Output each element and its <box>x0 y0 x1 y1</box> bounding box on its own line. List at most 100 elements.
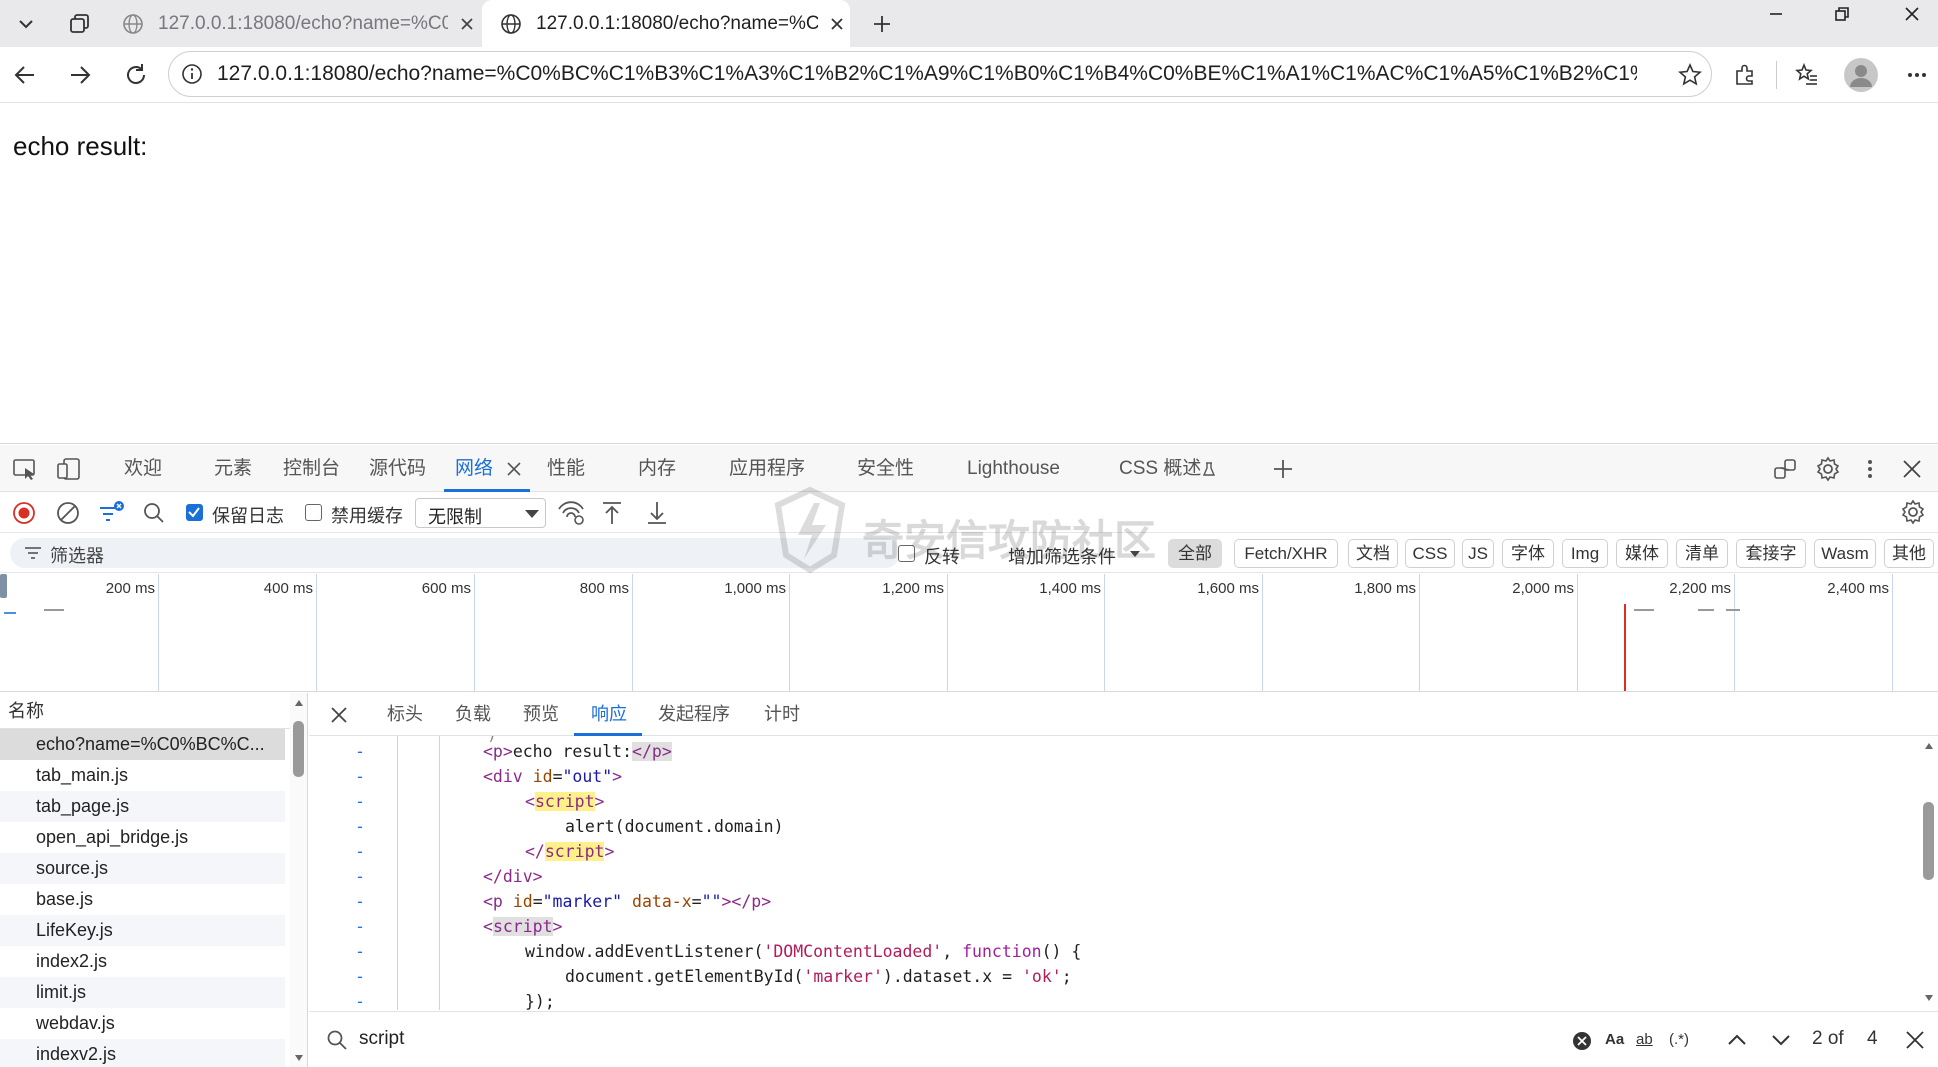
request-row[interactable]: indexv2.js <box>0 1039 285 1067</box>
tab-response[interactable]: 响应 <box>591 693 627 736</box>
filter-chip-doc[interactable]: 文档 <box>1348 539 1398 568</box>
minimize-icon[interactable] <box>1756 0 1796 28</box>
import-har-icon[interactable] <box>600 500 624 526</box>
request-row[interactable]: source.js <box>0 853 285 884</box>
request-row[interactable]: LifeKey.js <box>0 915 285 946</box>
whole-word-toggle[interactable]: ab <box>1636 1031 1653 1048</box>
name-column-header[interactable]: 名称 <box>0 693 290 729</box>
workspaces-icon[interactable] <box>64 8 96 40</box>
scroll-down-arrow-icon[interactable] <box>1924 994 1934 1002</box>
tab-memory[interactable]: 内存 <box>638 445 676 492</box>
clear-icon[interactable] <box>56 501 80 525</box>
scroll-down-arrow-icon[interactable] <box>294 1054 304 1062</box>
forward-arrow-icon[interactable] <box>63 58 97 92</box>
tab-initiator[interactable]: 发起程序 <box>658 693 730 736</box>
scroll-up-arrow-icon[interactable] <box>1924 742 1934 750</box>
extensions-icon[interactable] <box>1728 58 1762 92</box>
export-har-icon[interactable] <box>645 500 669 526</box>
filter-chip-css[interactable]: CSS <box>1405 539 1455 568</box>
tab-preview[interactable]: 预览 <box>523 693 559 736</box>
request-row[interactable]: open_api_bridge.js <box>0 822 285 853</box>
filter-chip-all[interactable]: 全部 <box>1168 539 1222 568</box>
close-network-tab-icon[interactable] <box>506 461 522 477</box>
favorite-star-icon[interactable] <box>1677 62 1703 88</box>
refresh-icon[interactable] <box>119 58 153 92</box>
more-menu-icon[interactable] <box>1860 456 1880 482</box>
timeline-left-handle[interactable] <box>0 574 7 598</box>
next-match-chevron-down-icon[interactable] <box>1769 1029 1793 1051</box>
device-emulation-icon[interactable] <box>56 457 82 481</box>
filter-toggle-icon[interactable] <box>98 500 126 526</box>
request-row[interactable]: limit.js <box>0 977 285 1008</box>
address-bar[interactable]: 127.0.0.1:18080/echo?name=%C0%BC%C1%B3%C… <box>168 51 1712 97</box>
disable-cache-checkbox[interactable] <box>305 504 322 521</box>
tab-security[interactable]: 安全性 <box>857 445 914 492</box>
filter-chip-wasm[interactable]: Wasm <box>1814 539 1876 568</box>
connection-icon[interactable] <box>1772 456 1798 482</box>
tab-sources[interactable]: 源代码 <box>369 445 426 492</box>
filter-input-box[interactable]: 筛选器 <box>10 538 900 568</box>
scrollbar-thumb[interactable] <box>293 721 304 777</box>
tab-elements[interactable]: 元素 <box>214 445 252 492</box>
scrollbar-thumb[interactable] <box>1923 802 1934 880</box>
back-arrow-icon[interactable] <box>8 58 42 92</box>
request-row[interactable]: webdav.js <box>0 1008 285 1039</box>
request-row[interactable]: index2.js <box>0 946 285 977</box>
request-row[interactable]: base.js <box>0 884 285 915</box>
network-timeline-overview[interactable]: 200 ms 400 ms 600 ms 800 ms 1,000 ms 1,2… <box>0 574 1938 692</box>
record-icon[interactable] <box>12 501 36 525</box>
invert-checkbox[interactable] <box>898 545 915 562</box>
preserve-log-checkbox[interactable] <box>186 504 203 521</box>
clear-search-icon[interactable] <box>1572 1031 1592 1051</box>
code-scrollbar[interactable] <box>1919 736 1938 1010</box>
close-window-icon[interactable] <box>1892 0 1932 28</box>
previous-match-chevron-up-icon[interactable] <box>1725 1029 1749 1051</box>
request-row[interactable]: tab_page.js <box>0 791 285 822</box>
filter-chip-font[interactable]: 字体 <box>1502 539 1554 568</box>
request-row[interactable]: tab_main.js <box>0 760 285 791</box>
network-settings-gear-icon[interactable] <box>1900 499 1926 525</box>
network-conditions-icon[interactable] <box>557 500 587 526</box>
browser-tab-active[interactable]: 127.0.0.1:18080/echo?name=%C0%BC%C1%B3%C… <box>482 0 850 47</box>
close-tab-icon[interactable] <box>824 11 850 37</box>
tab-actions-chevron-icon[interactable] <box>10 8 42 40</box>
restore-icon[interactable] <box>1822 0 1862 28</box>
more-options-icon[interactable] <box>1900 58 1934 92</box>
tab-welcome[interactable]: 欢迎 <box>124 445 162 492</box>
filter-chip-fetch-xhr[interactable]: Fetch/XHR <box>1234 539 1338 568</box>
add-tab-icon[interactable] <box>1271 457 1295 481</box>
tab-timing[interactable]: 计时 <box>764 693 800 736</box>
request-row-echo[interactable]: echo?name=%C0%BC%C... <box>0 729 285 760</box>
response-search-input[interactable] <box>359 1028 1259 1050</box>
regex-toggle[interactable]: (.*) <box>1669 1031 1689 1048</box>
site-info-icon[interactable] <box>181 63 203 85</box>
tab-console[interactable]: 控制台 <box>283 445 340 492</box>
throttling-select[interactable]: 无限制 <box>415 498 546 528</box>
filter-chip-other[interactable]: 其他 <box>1884 539 1934 568</box>
new-tab-icon[interactable] <box>866 8 898 40</box>
close-details-icon[interactable] <box>329 705 349 725</box>
match-case-toggle[interactable]: Aa <box>1605 1031 1624 1048</box>
response-code-view[interactable]: ) -<p>echo result:</p> -<div id="out"> -… <box>309 736 1919 1010</box>
close-search-icon[interactable] <box>1904 1029 1926 1051</box>
tab-payload[interactable]: 负载 <box>455 693 491 736</box>
tab-performance[interactable]: 性能 <box>547 445 585 492</box>
tab-network[interactable]: 网络 <box>455 445 493 492</box>
profile-avatar-icon[interactable] <box>1843 57 1879 93</box>
filter-chip-media[interactable]: 媒体 <box>1616 539 1668 568</box>
settings-gear-icon[interactable] <box>1815 456 1841 482</box>
favorites-icon[interactable] <box>1790 58 1824 92</box>
browser-tab-inactive[interactable]: 127.0.0.1:18080/echo?name=%C0%BC%C1%B3%C… <box>104 0 482 47</box>
filter-chip-manifest[interactable]: 清单 <box>1676 539 1728 568</box>
url-text[interactable]: 127.0.0.1:18080/echo?name=%C0%BC%C1%B3%C… <box>217 62 1637 86</box>
request-list-scrollbar[interactable] <box>290 693 307 1067</box>
inspect-element-icon[interactable] <box>12 457 38 481</box>
tab-lighthouse[interactable]: Lighthouse <box>967 445 1060 492</box>
more-filters-dropdown[interactable]: 增加筛选条件 <box>1008 543 1116 569</box>
search-icon[interactable] <box>142 501 166 525</box>
scroll-up-arrow-icon[interactable] <box>294 699 304 707</box>
tab-headers[interactable]: 标头 <box>387 693 423 736</box>
close-tab-icon[interactable] <box>454 11 480 37</box>
filter-chip-js[interactable]: JS <box>1462 539 1494 568</box>
filter-chip-socket[interactable]: 套接字 <box>1736 539 1806 568</box>
